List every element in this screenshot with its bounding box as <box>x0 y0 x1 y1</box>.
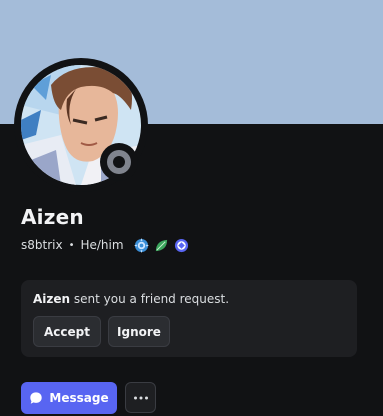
leaf-icon[interactable] <box>154 238 169 253</box>
more-options-button[interactable] <box>125 382 156 413</box>
message-button[interactable]: Message <box>21 382 117 414</box>
separator-dot: • <box>68 239 75 251</box>
display-name: Aizen <box>21 205 84 229</box>
hypesquad-balance-icon[interactable] <box>133 237 149 253</box>
profile-subtitle: s8btrix • He/him <box>21 236 189 254</box>
message-button-label: Message <box>49 391 109 405</box>
username: s8btrix <box>21 238 63 252</box>
friend-request-card: Aizen sent you a friend request. Accept … <box>21 280 357 357</box>
quest-badge-icon[interactable] <box>174 238 189 253</box>
status-indicator <box>100 143 138 181</box>
pronouns: He/him <box>80 238 124 252</box>
friend-request-message: sent you a friend request. <box>73 292 230 306</box>
chat-bubble-icon <box>30 392 43 404</box>
offline-status-icon <box>107 150 131 174</box>
user-profile-card: Aizen s8btrix • He/him Aizen sent you a … <box>0 0 383 416</box>
more-horizontal-icon <box>133 396 148 399</box>
ignore-button[interactable]: Ignore <box>108 316 170 347</box>
avatar-frame <box>14 58 148 192</box>
badge-list <box>133 237 189 253</box>
requester-name: Aizen <box>33 292 71 306</box>
friend-request-text: Aizen sent you a friend request. <box>33 292 229 306</box>
accept-button[interactable]: Accept <box>33 316 101 347</box>
